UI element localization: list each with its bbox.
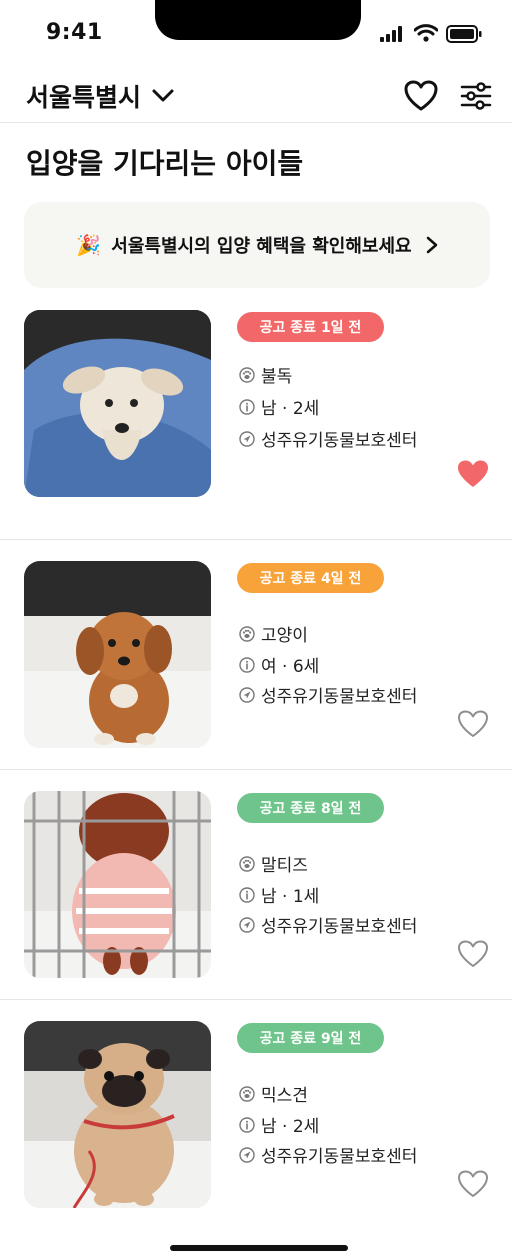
pet-card[interactable]: 공고 종료 1일 전 불독 남 · 2세 성주유기동물보호센터 xyxy=(0,310,512,540)
favorite-heart-outline-icon[interactable] xyxy=(457,939,489,969)
adoption-benefits-banner[interactable]: 🎉 서울특별시의 입양 혜택을 확인해보세요 xyxy=(24,202,490,288)
paw-icon xyxy=(239,1085,255,1102)
battery-icon xyxy=(446,25,482,43)
pet-card[interactable]: 공고 종료 4일 전 고양이 여 · 6세 성주유기동물보호센터 xyxy=(0,540,512,770)
pet-center-row: 성주유기동물보호센터 xyxy=(239,912,417,937)
pet-info-row: 남 · 1세 xyxy=(239,882,319,907)
pet-card[interactable]: 공고 종료 8일 전 말티즈 남 · 1세 성주유기동물보호센터 xyxy=(0,770,512,1000)
pet-card[interactable]: 공고 종료 9일 전 믹스견 남 · 2세 성주유기동물보호센터 xyxy=(0,1000,512,1229)
favorites-heart-icon[interactable] xyxy=(404,80,438,112)
pet-breed-row: 불독 xyxy=(239,362,292,387)
pet-breed: 말티즈 xyxy=(261,856,308,876)
region-label: 서울특별시 xyxy=(26,83,142,112)
pet-info-row: 남 · 2세 xyxy=(239,394,319,419)
paw-icon xyxy=(239,855,255,872)
home-indicator[interactable] xyxy=(170,1245,348,1251)
pet-center-row: 성주유기동물보호센터 xyxy=(239,1142,417,1167)
info-icon xyxy=(239,1116,255,1133)
pet-center-row: 성주유기동물보호센터 xyxy=(239,682,417,707)
info-icon xyxy=(239,886,255,903)
favorite-heart-filled-icon[interactable] xyxy=(457,459,489,489)
shelter-name: 성주유기동물보호센터 xyxy=(261,917,418,937)
location-arrow-icon xyxy=(239,1146,255,1163)
deadline-badge: 공고 종료 9일 전 xyxy=(237,1023,384,1053)
pet-photo xyxy=(24,310,211,497)
shelter-name: 성주유기동물보호센터 xyxy=(261,1147,418,1167)
filter-sliders-icon[interactable] xyxy=(460,82,492,110)
location-arrow-icon xyxy=(239,916,255,933)
pet-gender-age: 여 · 6세 xyxy=(261,657,320,677)
pet-breed: 믹스견 xyxy=(261,1086,308,1106)
pet-breed-row: 말티즈 xyxy=(239,851,308,876)
pet-info-row: 여 · 6세 xyxy=(239,652,319,677)
paw-icon xyxy=(239,366,255,383)
shelter-name: 성주유기동물보호센터 xyxy=(261,431,418,451)
favorite-heart-outline-icon[interactable] xyxy=(457,709,489,739)
pet-center-row: 성주유기동물보호센터 xyxy=(239,426,417,451)
status-bar: 9:41 xyxy=(0,0,512,66)
favorite-heart-outline-icon[interactable] xyxy=(457,1169,489,1199)
pet-photo xyxy=(24,1021,211,1208)
pet-photo xyxy=(24,791,211,978)
deadline-badge: 공고 종료 1일 전 xyxy=(237,312,384,342)
status-time: 9:41 xyxy=(46,20,103,45)
chevron-down-icon xyxy=(152,89,174,102)
location-arrow-icon xyxy=(239,686,255,703)
banner-text: 서울특별시의 입양 혜택을 확인해보세요 xyxy=(111,236,412,257)
pet-gender-age: 남 · 1세 xyxy=(261,887,320,907)
pet-breed-row: 고양이 xyxy=(239,621,308,646)
region-selector[interactable]: 서울특별시 xyxy=(26,78,175,114)
page-title: 입양을 기다리는 아이들 xyxy=(26,147,304,180)
pet-gender-age: 남 · 2세 xyxy=(261,1117,320,1137)
info-icon xyxy=(239,656,255,673)
top-app-bar: 서울특별시 xyxy=(0,74,512,123)
info-icon xyxy=(239,398,255,415)
pet-breed: 불독 xyxy=(261,367,293,387)
shelter-name: 성주유기동물보호센터 xyxy=(261,687,418,707)
pet-breed-row: 믹스견 xyxy=(239,1081,308,1106)
cellular-signal-icon xyxy=(380,26,402,42)
device-notch xyxy=(155,0,361,40)
pet-photo xyxy=(24,561,211,748)
pet-gender-age: 남 · 2세 xyxy=(261,399,320,419)
paw-icon xyxy=(239,625,255,642)
location-arrow-icon xyxy=(239,430,255,447)
chevron-right-icon xyxy=(426,236,437,254)
party-popper-icon: 🎉 xyxy=(76,233,102,257)
wifi-icon xyxy=(414,24,438,42)
deadline-badge: 공고 종료 4일 전 xyxy=(237,563,384,593)
pet-info-row: 남 · 2세 xyxy=(239,1112,319,1137)
deadline-badge: 공고 종료 8일 전 xyxy=(237,793,384,823)
pet-breed: 고양이 xyxy=(261,626,308,646)
pet-list: 공고 종료 1일 전 불독 남 · 2세 성주유기동물보호센터 공고 종료 4일… xyxy=(0,310,512,1229)
